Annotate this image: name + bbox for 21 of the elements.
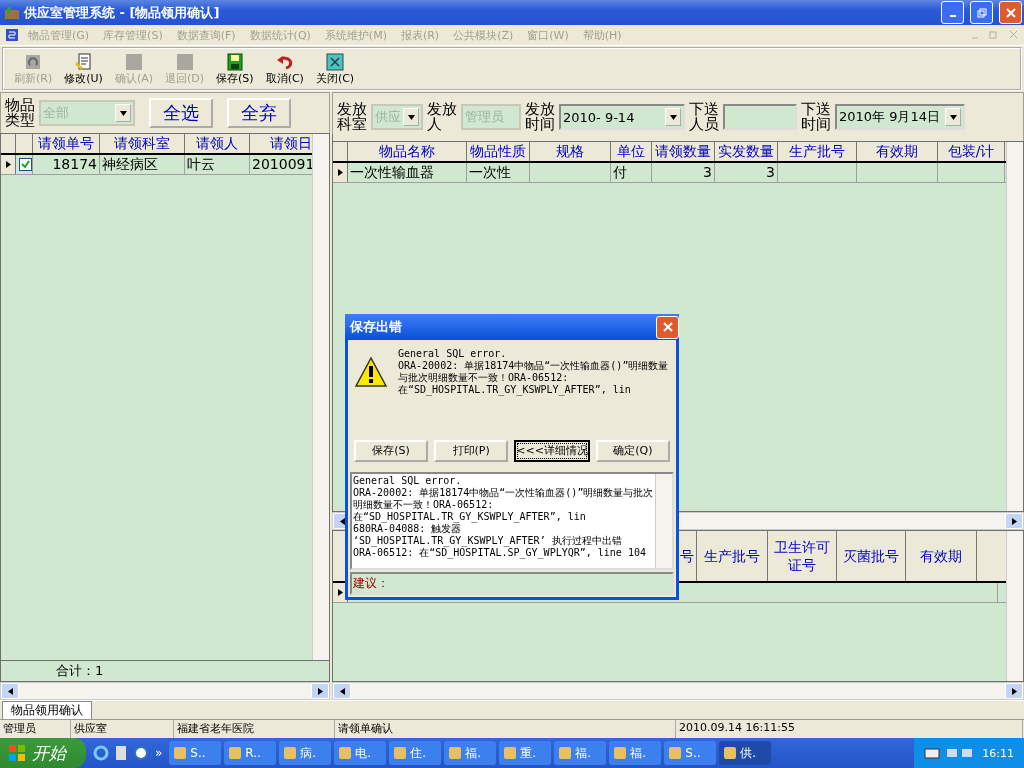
table-cell: 付	[611, 163, 652, 182]
table-cell: 神经病区	[100, 155, 185, 174]
table-cell: 一次性	[467, 163, 530, 182]
table-cell: 3	[652, 163, 715, 182]
suggestion-label: 建议：	[353, 576, 389, 590]
table-cell: 3	[715, 163, 778, 182]
filter-label: 发放科室	[337, 102, 367, 132]
error-details: General SQL error. ORA-20002: 单据18174中物品“一次性输血器()”明细数量与批次明细数量不一致！ORA-06512: 在“SD_HOSPITAL.TR_GY_KSWPLY_AFTER”, lin 680RA-04088: 触发器 ‘SD_HOSPITAL.TR_GY_KSWPLY_AFTER’ 执行过程中出错 ORA-06512: 在“SD_HOSPITAL.SP_GY_WPLYQR”, line 104	[353, 474, 654, 558]
window-title: 供应室管理系统 - [物品领用确认]	[24, 3, 221, 22]
table-cell: 18174	[33, 155, 100, 174]
filter-label: 发放人	[427, 102, 457, 132]
error-message: General SQL error. ORA-20002: 单据18174中物品“一次性输血器()”明细数量与批次明细数量不一致！ORA-06512: 在“SD_HOSPITAL.TR_GY_KSWPLY_AFTER”, lin	[398, 348, 670, 398]
filter-label: 物品类型	[5, 98, 35, 128]
filter-label: 下送人员	[689, 102, 719, 132]
dialog-title: 保存出错	[350, 318, 402, 336]
table-cell: 叶云	[185, 155, 250, 174]
filter-label: 发放时间	[525, 102, 555, 132]
table-cell: 一次性输血器	[348, 163, 467, 182]
filter-label: 下送时间	[801, 102, 831, 132]
clock: 16:11	[982, 746, 1014, 760]
total-count: 合计：1	[56, 662, 104, 680]
